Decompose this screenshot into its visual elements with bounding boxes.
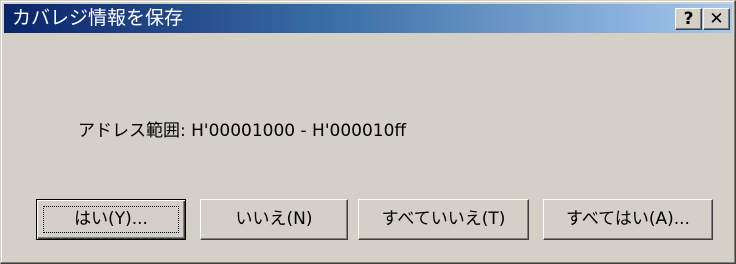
title-bar[interactable]: カバレジ情報を保存 ? ✕ [4, 4, 732, 33]
no-to-all-button-label: すべていいえ(T) [381, 209, 506, 229]
yes-button[interactable]: はい(Y)... [36, 199, 186, 240]
dialog-title: カバレジ情報を保存 [12, 7, 184, 29]
save-coverage-dialog: カバレジ情報を保存 ? ✕ アドレス範囲: H'00001000 - H'000… [0, 0, 736, 264]
yes-button-label: はい(Y)... [74, 209, 148, 229]
help-button[interactable]: ? [675, 8, 702, 30]
close-button[interactable]: ✕ [703, 8, 730, 30]
address-range-message: アドレス範囲: H'00001000 - H'000010ff [78, 121, 407, 141]
yes-to-all-button-label: すべてはい(A)... [566, 209, 690, 229]
no-button-label: いいえ(N) [235, 209, 313, 229]
no-button[interactable]: いいえ(N) [200, 199, 348, 240]
no-to-all-button[interactable]: すべていいえ(T) [358, 199, 529, 240]
yes-to-all-button[interactable]: すべてはい(A)... [543, 199, 713, 240]
